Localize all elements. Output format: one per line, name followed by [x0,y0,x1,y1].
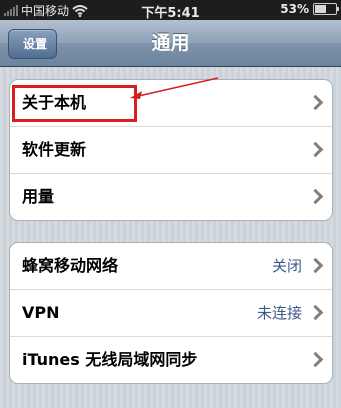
annotation-arrow-icon [130,77,219,99]
